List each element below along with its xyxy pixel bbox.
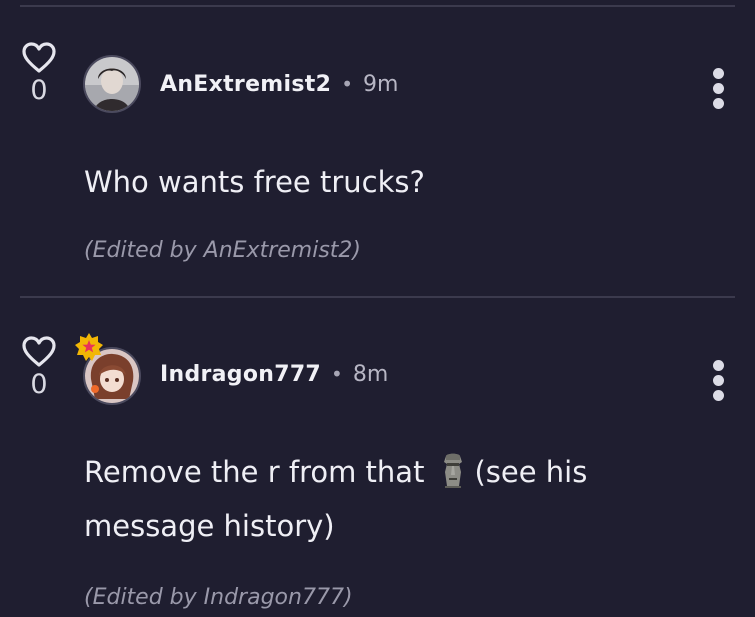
like-count: 0 <box>30 369 48 400</box>
body-text-before-emoji: Remove the r from that <box>84 455 425 489</box>
comment-meta: Indragon777 • 8m <box>160 362 388 387</box>
separator-dot: • <box>331 362 343 386</box>
heart-outline-icon[interactable] <box>22 42 56 74</box>
avatar[interactable] <box>83 55 141 113</box>
comment-body-line: message history) <box>84 509 335 543</box>
comment-body-line: Remove the r from that (see his <box>84 445 644 499</box>
username[interactable]: Indragon777 <box>160 362 321 387</box>
comment-thread: 0 AnExtremist2 • 9m Who wants free trucks?… <box>0 0 755 617</box>
timestamp: 8m <box>352 362 389 387</box>
divider <box>20 5 735 7</box>
comment-body: Remove the r from that (see his message … <box>84 445 644 553</box>
separator-dot: • <box>341 72 353 96</box>
timestamp: 9m <box>362 72 399 97</box>
like-button[interactable]: 0 <box>22 42 56 106</box>
more-options-button[interactable] <box>711 68 725 113</box>
more-options-button[interactable] <box>711 360 725 405</box>
moai-emoji-icon <box>438 451 468 488</box>
edited-note: (Edited by Indragon777) <box>84 585 353 610</box>
body-text-after-emoji: (see his <box>474 455 588 489</box>
like-button[interactable]: 0 <box>22 336 56 400</box>
star-badge-icon <box>74 332 104 362</box>
username[interactable]: AnExtremist2 <box>160 72 331 97</box>
edited-note: (Edited by AnExtremist2) <box>84 238 361 263</box>
more-vertical-icon[interactable] <box>711 68 725 109</box>
like-count: 0 <box>30 75 48 106</box>
more-vertical-icon[interactable] <box>711 360 725 401</box>
comment-meta: AnExtremist2 • 9m <box>160 72 398 97</box>
divider <box>20 296 735 298</box>
comment-body: Who wants free trucks? <box>84 165 425 199</box>
heart-outline-icon[interactable] <box>22 336 56 368</box>
user-avatar-image <box>85 57 139 111</box>
